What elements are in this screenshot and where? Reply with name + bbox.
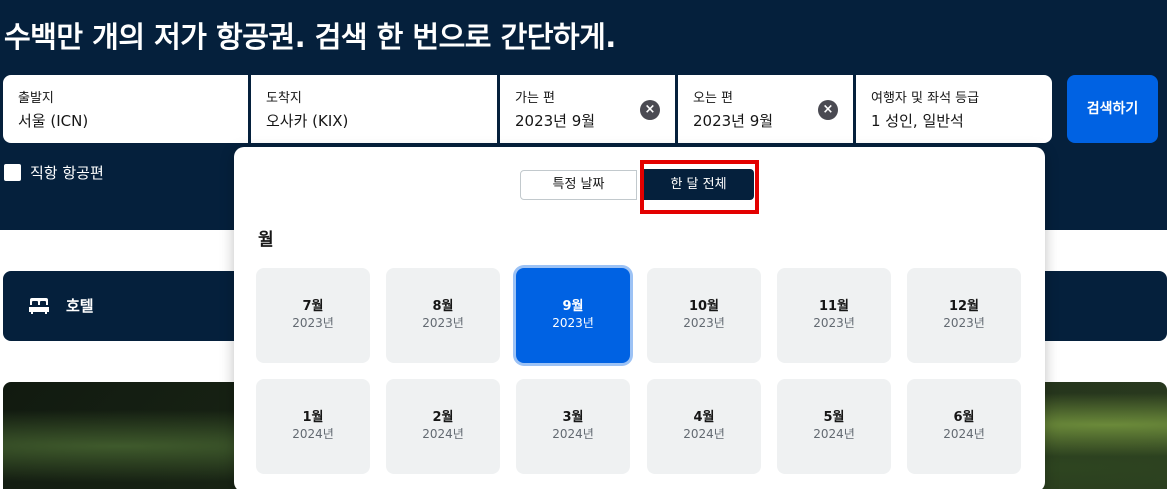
month-year: 2023년 — [552, 316, 594, 330]
month-year: 2023년 — [813, 316, 855, 330]
month-year: 2024년 — [552, 427, 594, 441]
month-tile[interactable]: 1월 2024년 — [256, 379, 370, 474]
month-year: 2023년 — [683, 316, 725, 330]
direct-flights-option[interactable]: 직항 항공편 — [4, 162, 104, 183]
destination-field[interactable]: 도착지 오사카 (KIX) — [251, 75, 497, 143]
depart-date-field[interactable]: 가는 편 2023년 9월 × — [500, 75, 675, 143]
month-name: 11월 — [818, 299, 850, 314]
origin-value: 서울 (ICN) — [18, 112, 89, 130]
bed-icon — [29, 298, 49, 314]
month-name: 5월 — [823, 410, 845, 425]
month-tile[interactable]: 7월 2023년 — [256, 268, 370, 363]
month-year: 2023년 — [422, 316, 464, 330]
month-name: 2월 — [432, 410, 454, 425]
month-year: 2024년 — [422, 427, 464, 441]
month-year: 2024년 — [943, 427, 985, 441]
direct-flights-checkbox[interactable] — [4, 164, 21, 181]
direct-flights-label: 직항 항공편 — [30, 164, 104, 182]
month-name: 10월 — [688, 299, 720, 314]
return-date-field[interactable]: 오는 편 2023년 9월 × — [678, 75, 853, 143]
month-year: 2023년 — [943, 316, 985, 330]
month-year: 2024년 — [813, 427, 855, 441]
travelers-value: 1 성인, 일반석 — [871, 112, 964, 130]
month-name: 12월 — [948, 299, 980, 314]
month-tile[interactable]: 8월 2023년 — [386, 268, 500, 363]
highlight-annotation — [640, 160, 759, 214]
month-name: 1월 — [302, 410, 324, 425]
month-name: 6월 — [953, 410, 975, 425]
travelers-field[interactable]: 여행자 및 좌석 등급 1 성인, 일반석 — [856, 75, 1052, 143]
clear-return-icon[interactable]: × — [818, 100, 838, 120]
page-headline: 수백만 개의 저가 항공권. 검색 한 번으로 간단하게. — [4, 20, 616, 54]
hotel-label: 호텔 — [66, 297, 94, 315]
month-tile[interactable]: 6월 2024년 — [907, 379, 1021, 474]
month-tile[interactable]: 5월 2024년 — [777, 379, 891, 474]
month-tile[interactable]: 2월 2024년 — [386, 379, 500, 474]
month-name: 9월 — [562, 299, 584, 314]
month-tile-selected[interactable]: 9월 2023년 — [516, 268, 630, 363]
month-name: 7월 — [302, 299, 324, 314]
month-year: 2024년 — [292, 427, 334, 441]
month-year: 2023년 — [292, 316, 334, 330]
origin-field[interactable]: 출발지 서울 (ICN) — [3, 75, 248, 143]
month-name: 4월 — [693, 410, 715, 425]
destination-value: 오사카 (KIX) — [266, 112, 349, 130]
clear-depart-icon[interactable]: × — [640, 100, 660, 120]
search-button[interactable]: 검색하기 — [1067, 75, 1158, 143]
month-tile[interactable]: 3월 2024년 — [516, 379, 630, 474]
destination-label: 도착지 — [266, 91, 302, 106]
travelers-label: 여행자 및 좌석 등급 — [871, 91, 980, 106]
month-section-heading: 월 — [258, 230, 274, 250]
month-tile[interactable]: 12월 2023년 — [907, 268, 1021, 363]
date-picker-popup: 특정 날짜 한 달 전체 월 7월 2023년 8월 2023년 9월 2023… — [234, 147, 1045, 489]
month-tile[interactable]: 10월 2023년 — [647, 268, 761, 363]
month-tile[interactable]: 4월 2024년 — [647, 379, 761, 474]
month-name: 3월 — [562, 410, 584, 425]
month-tile[interactable]: 11월 2023년 — [777, 268, 891, 363]
month-name: 8월 — [432, 299, 454, 314]
tab-specific-date[interactable]: 특정 날짜 — [520, 170, 637, 200]
origin-label: 출발지 — [18, 91, 54, 106]
month-year: 2024년 — [683, 427, 725, 441]
